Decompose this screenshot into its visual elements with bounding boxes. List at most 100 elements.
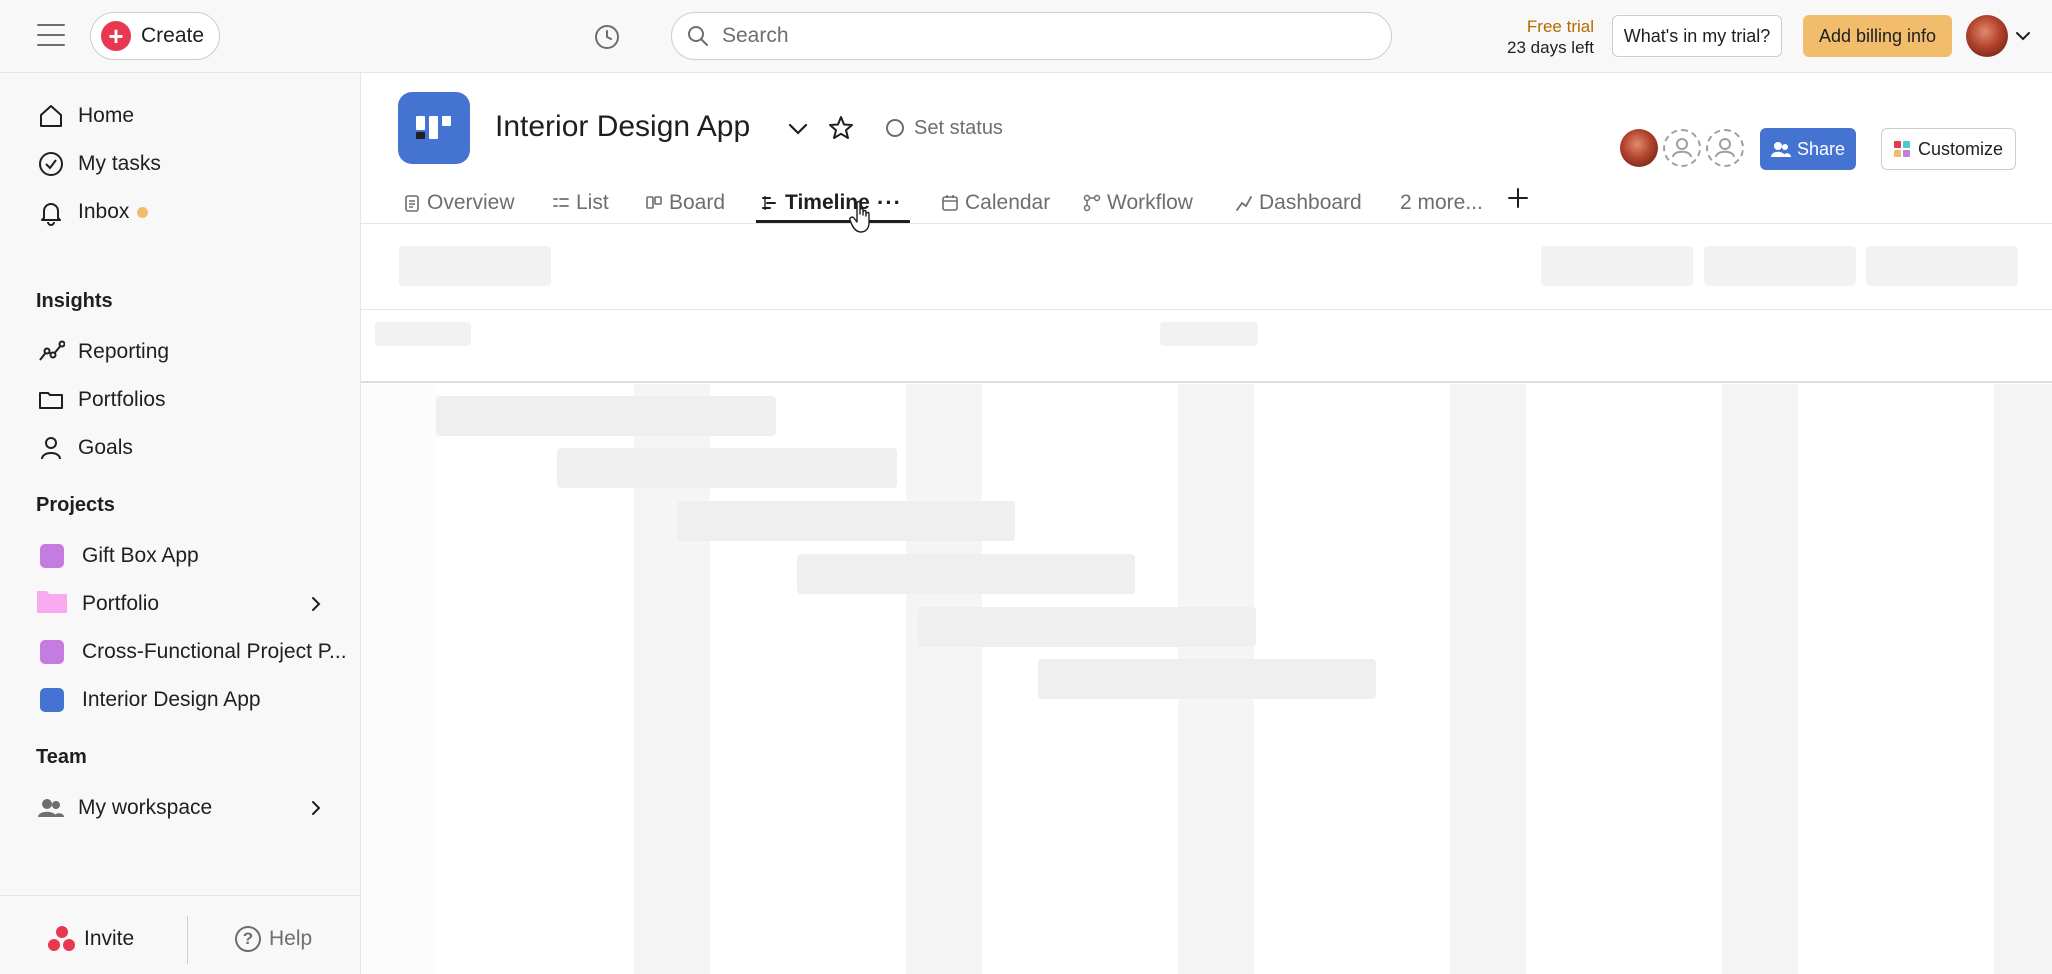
dashboard-icon [1236, 196, 1252, 211]
project-board-icon [398, 92, 470, 164]
empty-member-avatar-icon[interactable] [1663, 129, 1701, 167]
status-circle-icon [886, 119, 904, 137]
search-bar[interactable] [671, 12, 1392, 60]
add-billing-info-button[interactable]: Add billing info [1803, 15, 1952, 57]
sidebar-item-label: Interior Design App [82, 688, 261, 711]
insights-heading[interactable]: Insights [36, 290, 113, 313]
sidebar-project-cross-functional[interactable]: Cross-Functional Project P... [36, 635, 347, 669]
set-status-button[interactable]: Set status [886, 114, 1003, 142]
project-tabs: Overview List Board Timeline Calendar Wo… [361, 182, 2052, 224]
sidebar-item-label: Portfolio [82, 592, 160, 615]
notification-dot [137, 206, 149, 218]
tab-options-icon[interactable]: ··· [877, 190, 902, 216]
share-button[interactable]: Share [1760, 128, 1856, 170]
board-icon [646, 196, 662, 209]
help-icon: ? [235, 926, 261, 952]
home-icon [36, 101, 66, 131]
tab-more[interactable]: 2 more... [1400, 182, 1483, 224]
sidebar-item-label: Inbox [78, 200, 130, 223]
tab-calendar[interactable]: Calendar [941, 182, 1050, 224]
overview-icon [405, 195, 419, 212]
sidebar-item-label: My workspace [78, 796, 213, 819]
chevron-down-icon[interactable] [2013, 26, 2033, 46]
search-input[interactable] [722, 24, 1362, 48]
invite-label: Invite [84, 927, 135, 950]
sidebar-item-my-tasks[interactable]: My tasks [36, 147, 161, 181]
skeleton-block [1541, 246, 1693, 286]
free-trial-label: Free trial [1526, 17, 1594, 36]
tab-label: Workflow [1107, 191, 1193, 214]
tab-overview[interactable]: Overview [403, 182, 515, 224]
sidebar-item-inbox[interactable]: Inbox [36, 195, 149, 229]
sidebar-project-interior-design-app[interactable]: Interior Design App [36, 683, 261, 717]
tab-label: 2 more... [1400, 191, 1483, 214]
tab-label: List [576, 191, 609, 214]
help-button[interactable]: ? Help [235, 919, 312, 959]
whats-in-my-trial-button[interactable]: What's in my trial? [1612, 15, 1782, 57]
folder-icon [36, 385, 66, 415]
timeline-weekend-column [1450, 384, 1526, 974]
create-label: Create [141, 24, 205, 47]
skeleton-block [399, 246, 551, 286]
calendar-icon [942, 195, 958, 211]
sidebar-divider [0, 895, 360, 896]
history-icon[interactable] [594, 24, 620, 50]
chevron-right-icon[interactable] [306, 798, 326, 818]
sidebar-item-goals[interactable]: Goals [36, 431, 133, 465]
portfolio-folder-icon [36, 588, 68, 620]
timeline-bar-placeholder [436, 396, 776, 436]
project-title[interactable]: Interior Design App [495, 110, 750, 144]
empty-member-avatar-icon[interactable] [1706, 129, 1744, 167]
timeline-weekend-column [1994, 384, 2052, 974]
timeline-header-placeholder [361, 310, 2052, 383]
timeline-bar-placeholder [1038, 659, 1376, 699]
tab-label: Calendar [965, 191, 1051, 214]
invite-icon [48, 926, 76, 952]
project-color-square [40, 640, 64, 664]
hand-cursor-icon [849, 200, 870, 233]
tab-workflow[interactable]: Workflow [1083, 182, 1193, 224]
timeline-weekend-column [1722, 384, 1798, 974]
timeline-toolbar-placeholder [361, 224, 2052, 310]
sidebar-item-label: Cross-Functional Project P... [82, 640, 347, 663]
sidebar-project-gift-box-app[interactable]: Gift Box App [36, 539, 199, 573]
plus-icon: + [101, 21, 131, 51]
customize-button[interactable]: Customize [1881, 128, 2016, 170]
add-tab-icon[interactable] [1506, 186, 1530, 210]
timeline-bar-placeholder [797, 554, 1135, 594]
sidebar-item-home[interactable]: Home [36, 99, 134, 133]
search-icon [688, 26, 708, 46]
sidebar-item-portfolios[interactable]: Portfolios [36, 383, 166, 417]
tab-dashboard[interactable]: Dashboard [1235, 182, 1362, 224]
set-status-label: Set status [914, 116, 1003, 139]
create-button[interactable]: + Create [90, 12, 220, 60]
trial-days-left: 23 days left [1507, 38, 1594, 57]
list-icon [553, 198, 569, 207]
skeleton-block [1160, 322, 1258, 346]
tab-label: Dashboard [1259, 191, 1362, 214]
team-heading[interactable]: Team [36, 746, 87, 769]
sidebar-item-my-workspace[interactable]: My workspace [36, 791, 212, 825]
chevron-down-icon[interactable] [785, 116, 811, 142]
share-label: Share [1796, 138, 1846, 159]
chevron-right-icon[interactable] [306, 594, 326, 614]
timeline-left-pane [361, 384, 437, 974]
sidebar-item-reporting[interactable]: Reporting [36, 335, 169, 369]
hamburger-menu-icon[interactable] [37, 24, 65, 48]
member-avatar[interactable] [1620, 129, 1658, 167]
customize-label: Customize [1917, 138, 2004, 159]
sidebar: Home My tasks Inbox Insights Reporting P… [0, 73, 361, 974]
tab-board[interactable]: Board [645, 182, 725, 224]
timeline-icon [762, 196, 776, 210]
tab-list[interactable]: List [552, 182, 609, 224]
projects-heading[interactable]: Projects [36, 494, 115, 517]
star-icon[interactable] [827, 114, 855, 142]
timeline-bar-placeholder [918, 607, 1256, 647]
footer-separator [187, 916, 188, 964]
skeleton-block [1866, 246, 2018, 286]
sidebar-project-portfolio[interactable]: Portfolio [36, 587, 159, 621]
user-avatar[interactable] [1966, 15, 2008, 57]
timeline-bar-placeholder [557, 448, 897, 488]
invite-button[interactable]: Invite [48, 919, 134, 959]
people-icon [36, 793, 66, 823]
